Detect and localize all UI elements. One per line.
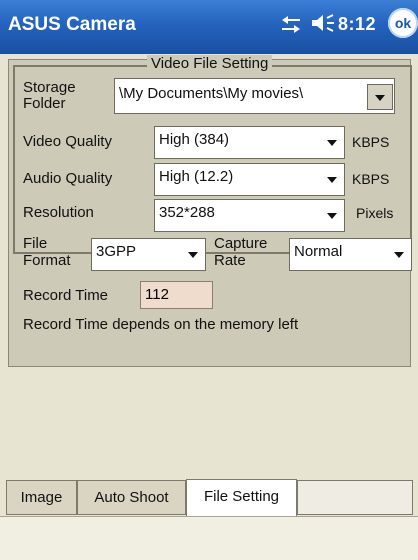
tab-file-setting[interactable]: File Setting bbox=[186, 479, 297, 516]
record-time-field[interactable]: 112 bbox=[140, 281, 213, 309]
menu-bar bbox=[0, 516, 418, 560]
video-quality-label: Video Quality bbox=[23, 133, 112, 150]
clock[interactable]: 8:12 bbox=[338, 14, 376, 35]
storage-folder-dropdown-button[interactable] bbox=[367, 84, 393, 110]
capture-rate-label-line1: Capture bbox=[214, 235, 268, 252]
app-title: ASUS Camera bbox=[8, 14, 136, 35]
record-time-label: Record Time bbox=[23, 287, 109, 304]
chevron-down-icon bbox=[327, 177, 337, 183]
chevron-down-icon bbox=[394, 252, 404, 258]
tab-image-label: Image bbox=[20, 489, 63, 506]
connectivity-icon[interactable] bbox=[279, 12, 303, 34]
tab-auto-shoot[interactable]: Auto Shoot bbox=[77, 480, 186, 515]
chevron-down-icon bbox=[188, 252, 198, 258]
tab-strip-filler bbox=[297, 480, 413, 515]
chevron-down-icon bbox=[327, 213, 337, 219]
audio-quality-label: Audio Quality bbox=[23, 170, 113, 187]
storage-folder-label-line2: Folder bbox=[23, 95, 66, 112]
file-format-label-line1: File bbox=[23, 235, 48, 252]
tab-file-setting-label: File Setting bbox=[203, 488, 280, 505]
audio-quality-unit: KBPS bbox=[352, 171, 390, 187]
resolution-value: 352*288 bbox=[159, 204, 215, 221]
record-time-note: Record Time depends on the memory left bbox=[23, 316, 299, 333]
capture-rate-value: Normal bbox=[294, 243, 343, 260]
storage-folder-label-line1: Storage bbox=[23, 79, 76, 96]
resolution-select[interactable]: 352*288 bbox=[154, 199, 345, 232]
video-quality-value: High (384) bbox=[159, 131, 230, 148]
resolution-label: Resolution bbox=[23, 204, 94, 221]
capture-rate-select[interactable]: Normal bbox=[289, 238, 412, 271]
storage-folder-select[interactable]: \My Documents\My movies\ bbox=[114, 78, 395, 114]
file-format-label-line2: Format bbox=[23, 252, 71, 269]
chevron-down-icon bbox=[375, 95, 385, 101]
title-bar: ASUS Camera 8:12 ok bbox=[0, 0, 418, 54]
tab-image[interactable]: Image bbox=[6, 480, 77, 515]
speaker-icon[interactable] bbox=[310, 12, 336, 34]
tab-auto-shoot-label: Auto Shoot bbox=[94, 489, 169, 506]
section-title: Video File Setting bbox=[147, 55, 273, 72]
chevron-down-icon bbox=[327, 140, 337, 146]
ok-button[interactable]: ok bbox=[388, 8, 418, 38]
record-time-value: 112 bbox=[145, 286, 169, 303]
audio-quality-value: High (12.2) bbox=[159, 168, 234, 185]
video-quality-select[interactable]: High (384) bbox=[154, 126, 345, 159]
storage-folder-value: \My Documents\My movies\ bbox=[119, 85, 304, 102]
capture-rate-label-line2: Rate bbox=[214, 252, 246, 269]
video-quality-unit: KBPS bbox=[352, 134, 390, 150]
resolution-unit: Pixels bbox=[356, 205, 394, 221]
audio-quality-select[interactable]: High (12.2) bbox=[154, 163, 345, 196]
file-format-select[interactable]: 3GPP bbox=[91, 238, 206, 271]
file-format-value: 3GPP bbox=[96, 243, 137, 260]
